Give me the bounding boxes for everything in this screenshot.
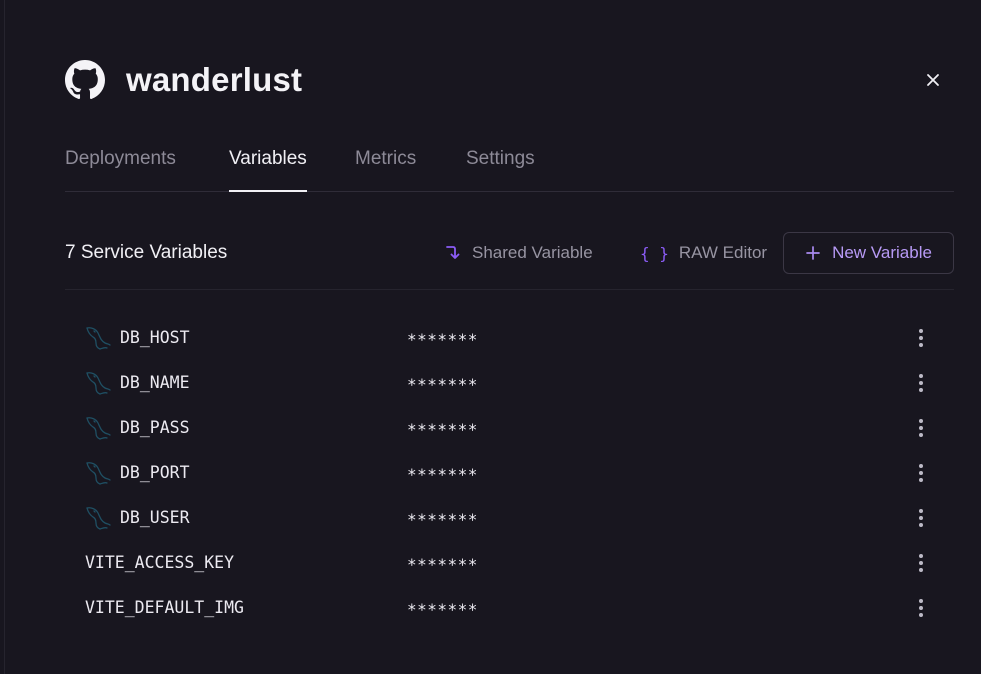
raw-editor-label: RAW Editor — [678, 243, 768, 262]
variable-name[interactable]: VITE_DEFAULT_IMG — [85, 585, 244, 630]
variable-value-masked[interactable]: ******* — [407, 362, 478, 407]
shared-variable-button[interactable]: Shared Variable — [444, 232, 593, 274]
mysql-icon — [86, 462, 111, 485]
new-variable-label: New Variable — [832, 243, 932, 262]
variable-value-masked[interactable]: ******* — [407, 587, 478, 632]
mysql-icon — [86, 417, 111, 440]
tab-metrics[interactable]: Metrics — [355, 130, 416, 191]
variable-name[interactable]: DB_PASS — [120, 405, 190, 450]
kebab-menu-icon[interactable] — [911, 370, 931, 395]
plus-icon — [805, 245, 821, 261]
kebab-menu-icon[interactable] — [911, 505, 931, 530]
kebab-menu-icon[interactable] — [911, 415, 931, 440]
project-title: wanderlust — [126, 61, 303, 98]
modal-header: wanderlust — [65, 59, 302, 101]
raw-editor-button[interactable]: { } RAW Editor — [640, 232, 767, 274]
github-icon — [65, 60, 105, 100]
close-icon — [927, 74, 939, 86]
modal-edge — [4, 0, 5, 674]
kebab-menu-icon[interactable] — [911, 325, 931, 350]
kebab-menu-icon[interactable] — [911, 460, 931, 485]
variable-name[interactable]: DB_USER — [120, 495, 190, 540]
mysql-icon — [86, 327, 111, 350]
variable-value-masked[interactable]: ******* — [407, 452, 478, 497]
kebab-menu-icon[interactable] — [911, 550, 931, 575]
tab-variables[interactable]: Variables — [229, 130, 307, 192]
variable-row[interactable]: DB_PASS ******* — [65, 405, 954, 450]
variable-row[interactable]: DB_PORT ******* — [65, 450, 954, 495]
mysql-icon — [86, 372, 111, 395]
variables-header: 7 Service Variables Shared Variable { } … — [65, 232, 954, 290]
tab-settings[interactable]: Settings — [466, 130, 535, 191]
variable-row[interactable]: VITE_DEFAULT_IMG ******* — [65, 585, 954, 630]
variable-row[interactable]: DB_NAME ******* — [65, 360, 954, 405]
kebab-menu-icon[interactable] — [911, 595, 931, 620]
variable-value-masked[interactable]: ******* — [407, 407, 478, 452]
variable-value-masked[interactable]: ******* — [407, 317, 478, 362]
mysql-icon — [86, 507, 111, 530]
shared-variable-label: Shared Variable — [472, 243, 593, 262]
variable-name[interactable]: DB_NAME — [120, 360, 190, 405]
arrow-turn-down-right-icon — [444, 244, 462, 262]
variables-list: DB_HOST ******* DB_NAME ******* DB_PASS *****… — [65, 315, 954, 630]
braces-icon: { } — [640, 243, 669, 263]
tab-deployments[interactable]: Deployments — [65, 130, 176, 191]
variable-name[interactable]: DB_HOST — [120, 315, 190, 360]
tab-bar: Deployments Variables Metrics Settings — [65, 130, 954, 192]
variable-name[interactable]: DB_PORT — [120, 450, 190, 495]
variable-row[interactable]: DB_HOST ******* — [65, 315, 954, 360]
variable-row[interactable]: DB_USER ******* — [65, 495, 954, 540]
variable-name[interactable]: VITE_ACCESS_KEY — [85, 540, 234, 585]
close-button[interactable] — [920, 67, 946, 93]
new-variable-button[interactable]: New Variable — [783, 232, 954, 274]
variable-value-masked[interactable]: ******* — [407, 497, 478, 542]
variable-row[interactable]: VITE_ACCESS_KEY ******* — [65, 540, 954, 585]
variables-count-title: 7 Service Variables — [65, 242, 228, 263]
variable-value-masked[interactable]: ******* — [407, 542, 478, 587]
